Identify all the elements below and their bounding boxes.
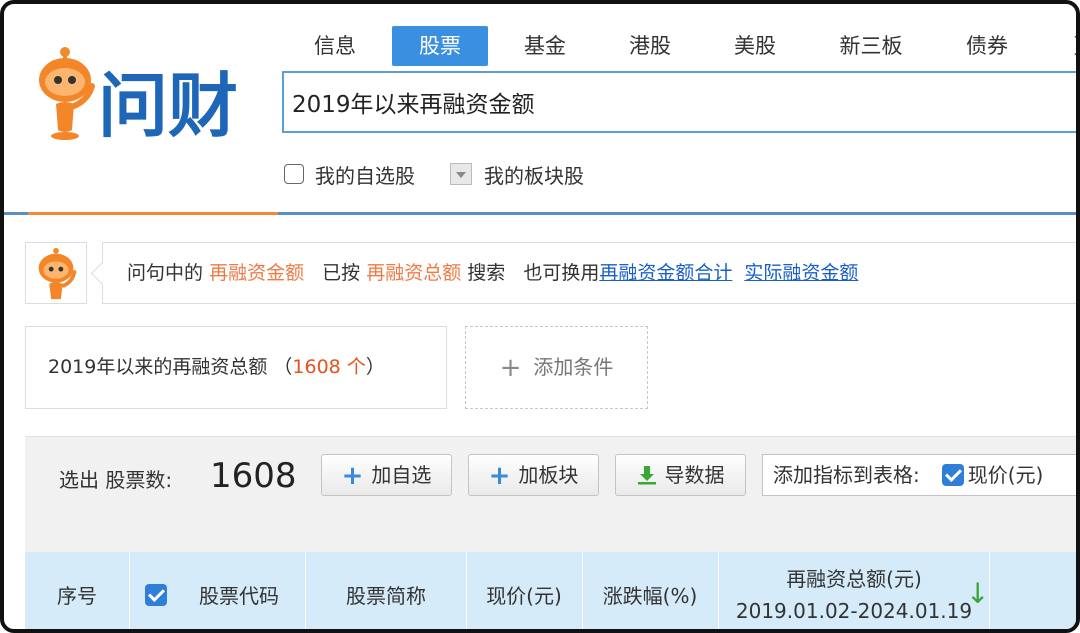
tab-hk-stocks[interactable]: 港股	[611, 26, 689, 66]
notice-middle: 已按	[322, 262, 361, 284]
add-condition-button[interactable]: + 添加条件	[465, 326, 648, 409]
col-stock-name[interactable]: 股票简称	[306, 552, 466, 629]
sort-desc-icon[interactable]: ↓	[966, 574, 989, 614]
notice-used-term: 再融资总额	[366, 262, 462, 284]
export-data-button[interactable]: 导数据	[615, 454, 746, 496]
tab-us-stocks[interactable]: 美股	[716, 26, 794, 66]
add-to-watchlist-label: 加自选	[371, 463, 432, 487]
col-change-pct[interactable]: 涨跌幅(%)	[583, 552, 717, 629]
notice-original-term: 再融资金额	[209, 262, 305, 284]
app-frame: 问财 信息 股票 基金 港股 美股 新三板 债券 更 我的自选股 我的板块股 问…	[0, 0, 1080, 633]
tab-funds[interactable]: 基金	[506, 26, 584, 66]
notice-prefix: 问句中的	[127, 262, 204, 284]
condition-chip[interactable]: 2019年以来的再融资总额 （1608 个）	[25, 326, 447, 409]
add-condition-label: 添加条件	[533, 355, 614, 379]
price-option-label: 现价(元)	[967, 463, 1044, 487]
col-divider	[989, 552, 990, 629]
col-refinancing-range: 2019.01.02-2024.01.19	[735, 598, 973, 623]
my-watchlist-label: 我的自选股	[315, 163, 415, 188]
export-data-label: 导数据	[664, 463, 725, 487]
my-sector-option[interactable]: 我的板块股	[450, 161, 584, 188]
my-watchlist-option[interactable]: 我的自选股	[284, 161, 415, 188]
alt-link-actual-financing[interactable]: 实际融资金额	[744, 262, 858, 284]
alt-link-refinancing-sum[interactable]: 再融资金额合计	[599, 262, 732, 284]
col-price[interactable]: 现价(元)	[467, 552, 581, 629]
selected-count: 1608	[210, 456, 297, 496]
tab-new-otc[interactable]: 新三板	[826, 26, 916, 66]
select-all-checkbox[interactable]	[145, 583, 167, 606]
condition-count-close: ）	[365, 356, 385, 378]
tab-more[interactable]: 更	[1064, 26, 1077, 66]
dropdown-checkbox-icon[interactable]	[450, 163, 472, 185]
condition-text: 2019年以来的再融资总额	[48, 356, 268, 378]
search-input[interactable]	[292, 81, 1072, 123]
plus-icon: +	[488, 461, 511, 491]
header-divider-highlight	[28, 212, 278, 215]
plus-icon: +	[341, 461, 364, 491]
add-to-sector-button[interactable]: + 加板块	[468, 454, 599, 496]
iwencai-logo[interactable]: 问财	[38, 42, 248, 142]
add-to-sector-label: 加板块	[518, 463, 579, 487]
tab-info[interactable]: 信息	[296, 26, 374, 66]
condition-count-open: （	[273, 356, 293, 378]
my-sector-label: 我的板块股	[484, 163, 584, 188]
condition-count: 1608 个	[292, 356, 366, 378]
download-icon	[637, 466, 656, 485]
col-refinancing-total[interactable]: 再融资总额(元) 2019.01.02-2024.01.19	[719, 552, 989, 629]
query-notice: 问句中的 再融资金额 已按 再融资总额 搜索 也可换用再融资金额合计 实际融资金额	[102, 242, 1076, 304]
svg-text:问财: 问财	[98, 65, 238, 142]
add-metric-panel: 添加指标到表格: 现价(元)	[762, 454, 1076, 496]
tab-bonds[interactable]: 债券	[948, 26, 1026, 66]
notice-alt-prefix: 也可换用	[523, 262, 600, 284]
selected-label: 选出 股票数:	[59, 468, 173, 492]
search-box	[282, 71, 1076, 133]
col-refinancing-title: 再融资总额(元)	[786, 566, 922, 591]
plus-icon: +	[499, 353, 522, 383]
checkbox-icon[interactable]	[284, 164, 304, 184]
col-index: 序号	[57, 584, 97, 608]
tab-stocks[interactable]: 股票	[392, 26, 488, 66]
mascot-avatar-icon	[25, 242, 87, 304]
price-checkbox[interactable]	[941, 464, 964, 486]
add-metric-label: 添加指标到表格:	[773, 463, 920, 487]
col-stock-code[interactable]: 股票代码	[174, 552, 304, 629]
notice-suffix: 搜索	[467, 262, 506, 284]
add-to-watchlist-button[interactable]: + 加自选	[321, 454, 452, 496]
